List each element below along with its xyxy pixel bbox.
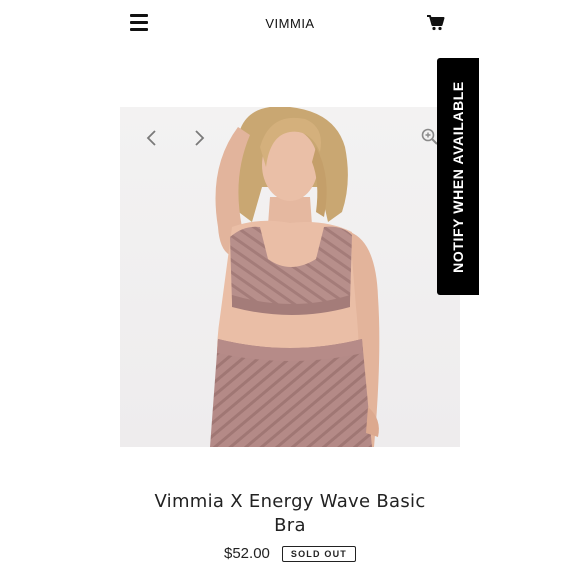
notify-label: NOTIFY WHEN AVAILABLE xyxy=(450,80,466,273)
model-photo xyxy=(210,107,380,447)
product-title-line-2: Bra xyxy=(274,515,306,536)
brand-title[interactable]: VIMMIA xyxy=(0,16,580,31)
product-title: Vimmia X Energy Wave Basic Bra xyxy=(120,490,460,538)
shopping-cart-icon[interactable] xyxy=(427,15,445,31)
sold-out-badge: SOLD OUT xyxy=(281,545,356,562)
product-title-line-1: Vimmia X Energy Wave Basic xyxy=(154,491,426,512)
chevron-left-icon[interactable] xyxy=(143,128,163,148)
chevron-right-icon[interactable] xyxy=(188,128,208,148)
site-header: VIMMIA xyxy=(0,0,580,50)
price-row: $52.00 SOLD OUT xyxy=(0,545,580,562)
notify-when-available-button[interactable]: NOTIFY WHEN AVAILABLE xyxy=(437,58,479,295)
product-image[interactable] xyxy=(120,107,460,447)
product-price: $52.00 xyxy=(224,545,270,562)
